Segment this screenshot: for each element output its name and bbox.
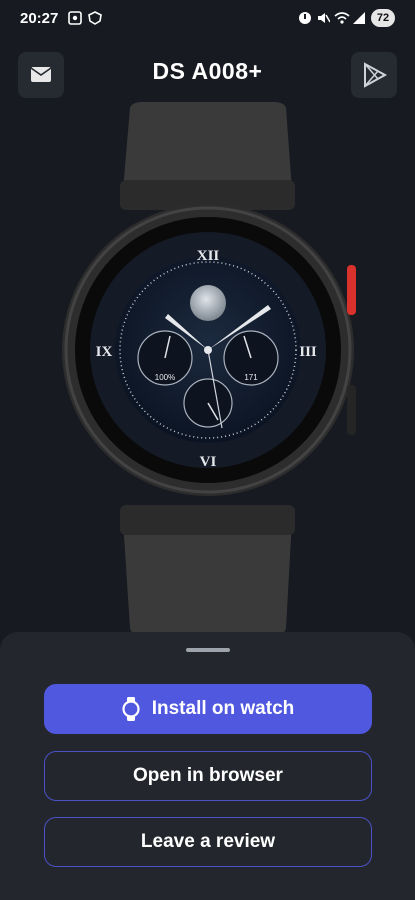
install-label: Install on watch	[151, 698, 295, 719]
right-subdial-value: 171	[244, 373, 258, 382]
mute-icon	[318, 13, 330, 23]
watch-strap-bottom	[123, 520, 292, 636]
watch-icon	[122, 697, 140, 721]
wifi-icon	[334, 12, 350, 24]
signal-icon	[353, 12, 365, 24]
watch-strap-top	[123, 102, 292, 190]
review-label: Leave a review	[140, 831, 276, 852]
moon-phase-subdial	[190, 285, 226, 321]
status-bar: 20:27 72	[0, 0, 415, 38]
vpn-icon	[88, 11, 102, 25]
left-subdial-value: 100%	[155, 373, 175, 382]
leave-review-button[interactable]: Leave a review	[44, 817, 372, 867]
numeral-vi: VI	[200, 454, 217, 470]
install-on-watch-button[interactable]: Install on watch	[44, 684, 372, 734]
watch-crown	[347, 265, 356, 315]
numeral-xii: XII	[197, 248, 220, 264]
numeral-ix: IX	[96, 344, 113, 360]
play-store-button[interactable]	[351, 52, 397, 98]
status-time: 20:27	[20, 10, 59, 27]
alarm-icon	[299, 12, 311, 24]
sheet-handle[interactable]	[186, 648, 230, 652]
numeral-iii: III	[299, 344, 317, 360]
play-store-icon	[364, 62, 388, 88]
action-sheet: Install on watch Open in browser Leave a…	[0, 632, 415, 900]
open-in-browser-button[interactable]: Open in browser	[44, 751, 372, 801]
screenshot-icon	[68, 11, 82, 25]
open-label: Open in browser	[133, 765, 283, 786]
battery-level: 72	[371, 9, 395, 27]
watch-preview: XII III VI IX 100% 171	[62, 102, 356, 636]
